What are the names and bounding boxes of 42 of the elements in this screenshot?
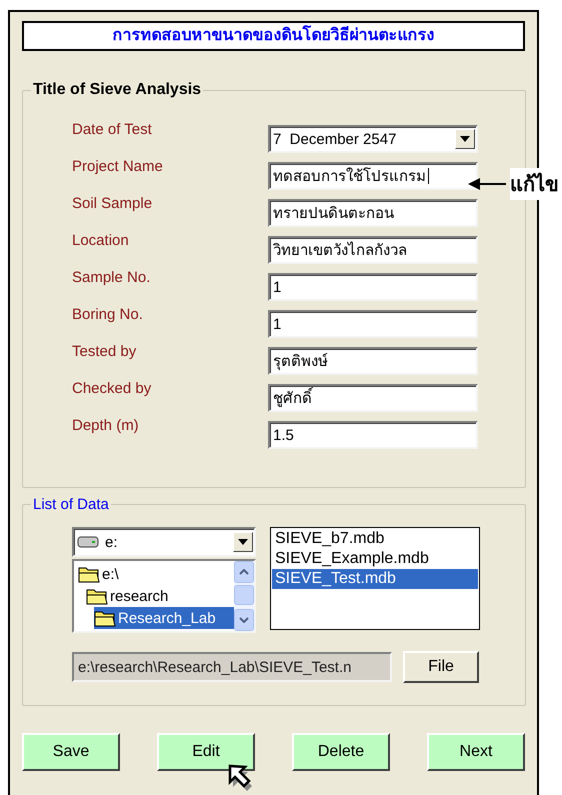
field-label: Checked by [72, 380, 152, 397]
action-button[interactable]: Next [427, 733, 525, 771]
file-item[interactable]: SIEVE_b7.mdb [272, 529, 478, 549]
group-title: List of Data [32, 496, 110, 513]
field-label: Tested by [72, 343, 138, 360]
input-field[interactable]: 1.5 [268, 421, 478, 449]
field-label: Depth (m) [72, 417, 140, 434]
field-label: Sample No. [72, 269, 152, 286]
scroll-down-icon[interactable] [239, 617, 249, 623]
input-field[interactable]: รุตติพงษ์ [268, 347, 478, 375]
scroll-up-icon[interactable] [239, 569, 249, 575]
input-field[interactable]: ชูศักดิ์ [268, 384, 478, 412]
input-field[interactable]: ทรายปนดินตะกอน [268, 199, 478, 227]
field-label: Project Name [72, 158, 164, 175]
date-dropdown[interactable]: 7 December 2547 [268, 125, 478, 153]
folder-item[interactable]: research [86, 585, 234, 607]
file-item[interactable]: SIEVE_Example.mdb [272, 549, 478, 569]
input-field[interactable]: วิทยาเขตวังไกลกังวล [268, 236, 478, 264]
field-label: Boring No. [72, 306, 144, 323]
field-label: Location [72, 232, 130, 249]
drive-icon [77, 536, 99, 548]
action-button[interactable]: Delete [292, 733, 390, 771]
folder-item[interactable]: e:\ [78, 563, 234, 585]
input-field[interactable]: ทดสอบการใช้โปรแกรม [268, 162, 478, 190]
file-button[interactable]: File [403, 651, 479, 683]
arrow-icon [468, 177, 506, 191]
input-field[interactable]: 1 [268, 310, 478, 338]
file-item[interactable]: SIEVE_Test.mdb [272, 569, 478, 589]
folder-icon [78, 565, 100, 583]
drive-dropdown[interactable]: e: [72, 527, 256, 557]
action-button[interactable]: Save [22, 733, 120, 771]
action-button[interactable]: Edit [157, 733, 255, 771]
folder-item[interactable]: Research_Lab [94, 607, 234, 629]
folder-icon [86, 587, 108, 605]
scrollbar[interactable] [234, 561, 254, 631]
field-label: Date of Test [72, 121, 153, 138]
input-field[interactable]: 1 [268, 273, 478, 301]
folder-icon [94, 609, 116, 627]
form-title: การทดสอบหาขนาดของดินโดยวิธีผ่านตะแกรง [22, 21, 525, 51]
group-title: Title of Sieve Analysis [32, 81, 202, 99]
field-label: Soil Sample [72, 195, 154, 212]
path-field[interactable]: e:\research\Research_Lab\SIEVE_Test.n [72, 652, 392, 682]
